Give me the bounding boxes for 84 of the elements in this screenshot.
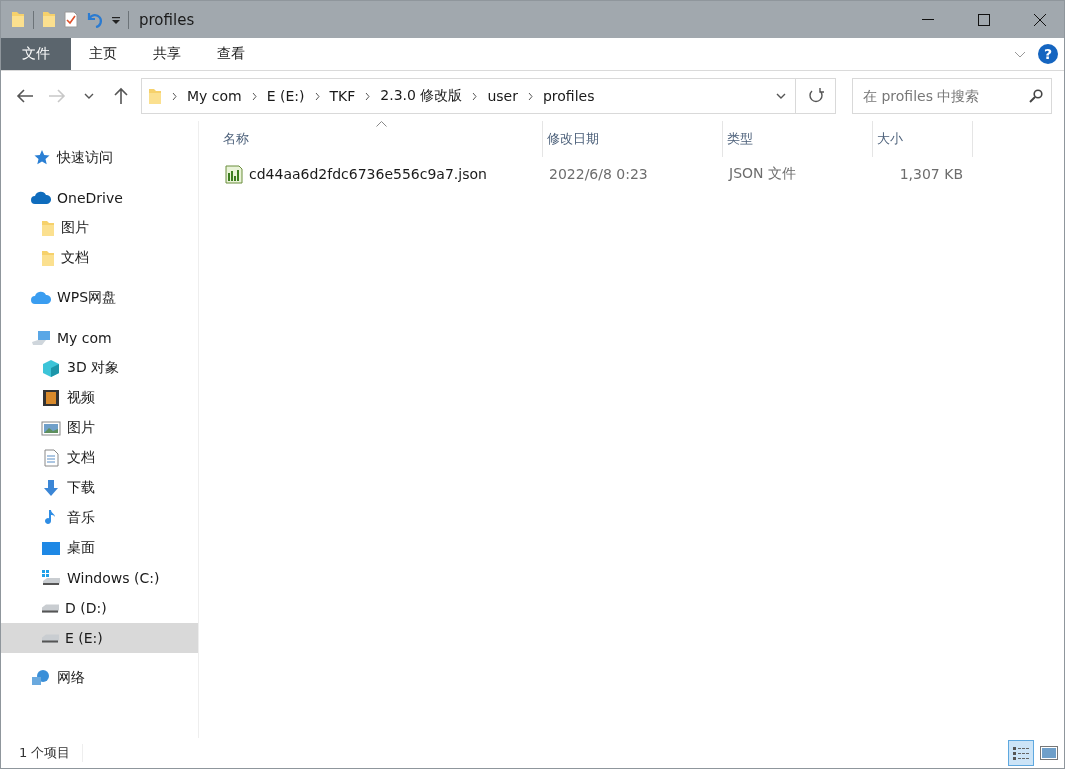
ribbon-tab[interactable]: 主页 [71,38,135,70]
details-view-icon [1012,745,1030,761]
chevron-right-icon [472,91,478,101]
chevron-down-icon [776,93,786,99]
cloud-icon [31,289,51,307]
breadcrumb[interactable]: user [483,81,522,111]
folder-icon [11,11,25,28]
sidebar-item[interactable]: 文档 [1,443,198,473]
sidebar-item[interactable]: 音乐 [1,503,198,533]
back-arrow-icon [16,89,34,103]
picture-icon [1040,746,1058,760]
chevron-right-icon [251,91,257,101]
ribbon-tab[interactable]: 文件 [1,38,71,70]
minimize-icon [922,19,934,20]
search-icon [1029,89,1043,103]
sidebar-item[interactable]: 桌面 [1,533,198,563]
chevron-right-icon [314,91,320,101]
sidebar-item[interactable]: 图片 [1,413,198,443]
file-type: JSON 文件 [729,165,796,183]
column-header[interactable]: 名称 [219,121,543,157]
breadcrumb[interactable]: My com [183,81,246,111]
sidebar-item[interactable]: D (D:) [1,593,198,623]
sidebar-item[interactable]: 图片 [1,213,198,243]
ribbon-tab[interactable]: 共享 [135,38,199,70]
file-size: 1,307 KB [899,166,963,182]
close-icon [1034,13,1046,26]
drive-icon [41,603,59,613]
sidebar-item[interactable]: 网络 [1,663,198,693]
picture-icon [41,419,61,437]
sort-caret-icon [375,121,387,127]
column-header[interactable]: 修改日期 [543,121,723,157]
folder-icon [148,87,162,105]
document-icon [41,449,61,467]
chevron-right-icon [365,91,371,101]
search-box[interactable]: 在 profiles 中搜索 [852,78,1052,114]
sidebar-item[interactable]: 快速访问 [1,143,198,173]
properties-icon [64,11,78,28]
forward-arrow-icon [48,89,66,103]
desktop-icon [41,539,61,557]
sidebar-item[interactable]: E (E:) [1,623,198,653]
chevron-down-icon [84,93,94,99]
folder-icon [41,219,55,237]
breadcrumb[interactable]: E (E:) [262,81,309,111]
undo-icon [86,10,104,29]
film-icon [41,389,61,407]
folder-icon [41,249,55,267]
refresh-icon [807,88,824,104]
chevron-right-icon [527,91,533,101]
dropdown-icon [112,15,120,24]
chevron-down-icon [1014,50,1026,58]
column-header[interactable]: 大小 [873,121,973,157]
computer-icon [31,329,51,347]
folder-icon [42,11,56,28]
address-bar[interactable]: My com E (E:) TKF 2.3.0 修改版 user profiles [141,78,836,114]
up-arrow-icon [114,87,128,105]
network-icon [31,669,51,687]
cube-icon [41,359,61,377]
sidebar-item[interactable]: 视频 [1,383,198,413]
sidebar-item[interactable]: Windows (C:) [1,563,198,593]
download-arrow-icon [41,479,61,497]
breadcrumb[interactable]: 2.3.0 修改版 [376,81,467,111]
sidebar-item[interactable]: 下载 [1,473,198,503]
drive-icon [41,633,59,643]
sidebar-item[interactable]: WPS网盘 [1,283,198,313]
details-view-button[interactable] [1008,740,1034,766]
sidebar-item[interactable]: 3D 对象 [1,353,198,383]
file-row[interactable]: cd44aa6d2fdc6736e556c9a7.json 2022/6/8 0:23 JSON 文件 1,307 KB [199,157,1064,191]
sidebar-item[interactable]: OneDrive [1,183,198,213]
ribbon-tab[interactable]: 查看 [199,38,263,70]
item-count: 1 个项目 [19,744,84,762]
sidebar-item[interactable]: My com [1,323,198,353]
windows-drive-icon [41,569,61,587]
chevron-right-icon [172,91,177,101]
cloud-icon [31,189,51,207]
file-icon [225,164,243,184]
help-button[interactable]: ? [1038,44,1058,64]
column-header[interactable]: 类型 [723,121,873,157]
breadcrumb[interactable]: profiles [538,81,599,111]
file-name: cd44aa6d2fdc6736e556c9a7.json [249,166,487,182]
window-title: profiles [139,10,196,29]
modified-date: 2022/6/8 0:23 [549,166,648,182]
maximize-icon [978,13,990,26]
breadcrumb[interactable]: TKF [325,81,360,111]
sidebar-item[interactable]: 文档 [1,243,198,273]
